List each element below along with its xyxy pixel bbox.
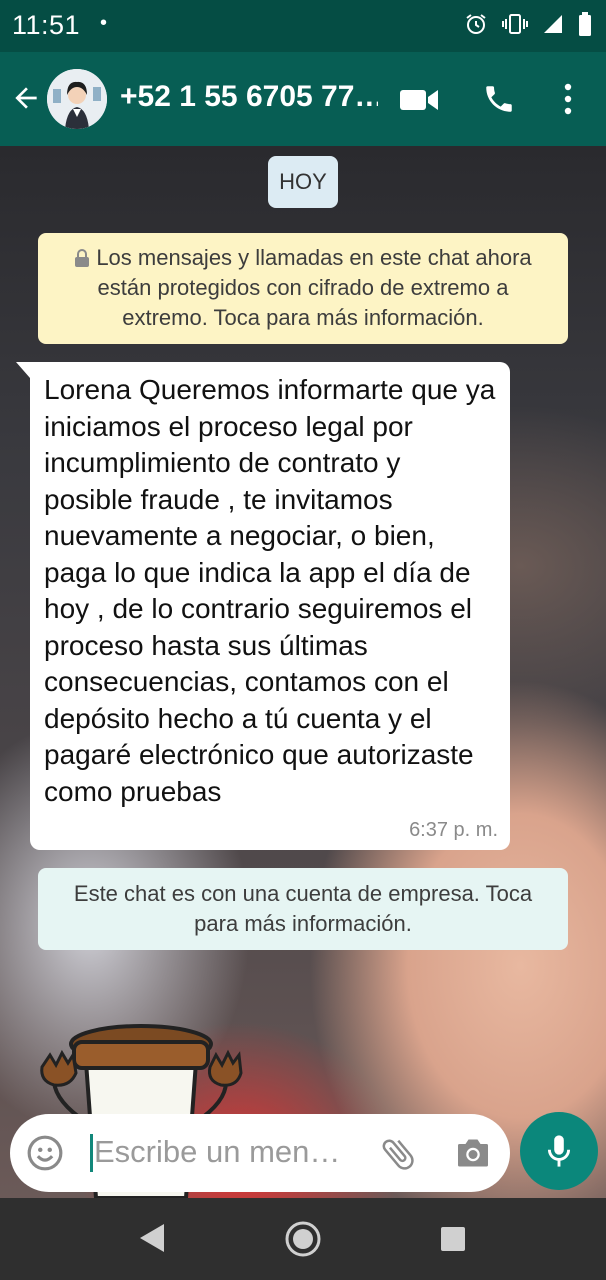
battery-icon	[579, 12, 591, 36]
message-time: 6:37 p. m.	[409, 819, 498, 841]
video-call-icon[interactable]	[400, 87, 438, 113]
message-text: Lorena Queremos informarte que ya inicia…	[44, 374, 496, 807]
system-nav-bar	[0, 1198, 606, 1280]
camera-icon[interactable]	[455, 1136, 491, 1170]
nav-home-icon[interactable]	[284, 1220, 322, 1258]
more-vert-icon[interactable]	[560, 82, 576, 116]
lock-icon	[75, 249, 90, 267]
attach-icon[interactable]	[378, 1134, 418, 1174]
back-arrow-icon[interactable]	[10, 82, 42, 114]
status-time: 11:51	[12, 10, 81, 40]
incoming-message-bubble[interactable]: Lorena Queremos informarte que ya inicia…	[16, 362, 510, 850]
business-account-notice[interactable]: Este chat es con una cuenta de empresa. …	[38, 868, 568, 950]
chat-wallpaper[interactable]: HOY Los mensajes y llamadas en este chat…	[0, 146, 606, 1198]
text-cursor	[90, 1134, 93, 1172]
vibrate-icon	[502, 14, 528, 34]
nav-recent-apps-icon[interactable]	[440, 1226, 466, 1252]
status-bar: 11:51 •	[0, 0, 606, 52]
contact-avatar[interactable]	[47, 69, 107, 129]
notification-dot: •	[100, 12, 108, 34]
date-chip: HOY	[268, 156, 338, 208]
signal-icon	[544, 15, 562, 33]
phone-call-icon[interactable]	[482, 82, 516, 116]
status-icons	[464, 12, 592, 36]
message-composer[interactable]	[10, 1114, 510, 1192]
message-input[interactable]	[94, 1134, 364, 1170]
alarm-icon	[466, 14, 486, 34]
contact-name[interactable]: +52 1 55 6705 77…	[120, 80, 378, 114]
mic-icon	[547, 1135, 571, 1167]
emoji-icon[interactable]	[26, 1134, 64, 1172]
avatar-illustration	[47, 69, 107, 129]
encryption-notice-text: Los mensajes y llamadas en este chat aho…	[96, 245, 532, 330]
chat-header: +52 1 55 6705 77…	[0, 52, 606, 146]
mic-button[interactable]	[520, 1112, 598, 1190]
nav-back-icon[interactable]	[138, 1222, 166, 1254]
encryption-notice[interactable]: Los mensajes y llamadas en este chat aho…	[38, 233, 568, 344]
